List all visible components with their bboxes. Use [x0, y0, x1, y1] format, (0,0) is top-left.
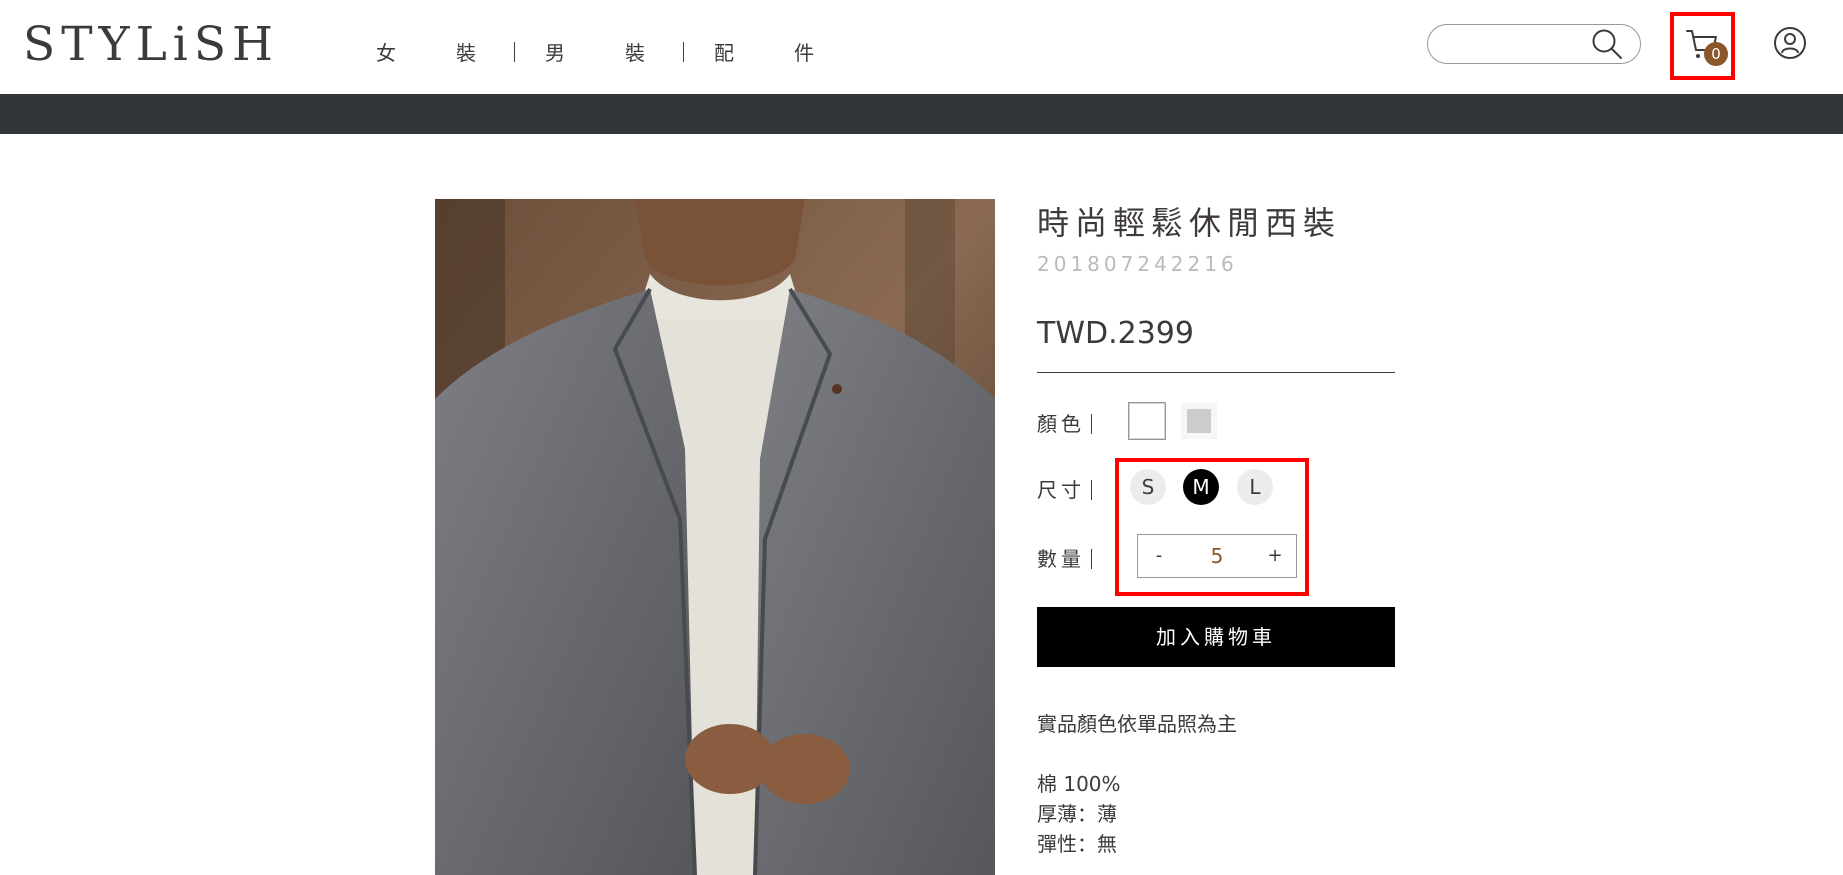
add-to-cart-button[interactable]: 加入購物車 — [1037, 607, 1395, 667]
search-input[interactable] — [1444, 31, 1594, 57]
color-chip — [1129, 403, 1165, 439]
product-id: 201807242216 — [1037, 252, 1238, 276]
product-thickness: 厚薄：薄 — [1037, 802, 1117, 826]
nav-women[interactable]: 女 裝 — [376, 37, 496, 66]
cart-count-badge: 0 — [1704, 42, 1728, 66]
quantity-label: 數量 — [1037, 543, 1092, 572]
product-title: 時尚輕鬆休閒西裝 — [1037, 204, 1342, 242]
color-label: 顏色 — [1037, 408, 1092, 437]
price-divider — [1037, 372, 1395, 373]
quantity-decrease-button[interactable]: - — [1144, 543, 1174, 569]
product-note: 實品顏色依單品照為主 — [1037, 712, 1237, 736]
size-label: 尺寸 — [1037, 474, 1092, 503]
size-option-m[interactable]: M — [1183, 469, 1219, 505]
header-strip — [0, 94, 1843, 134]
nav-men[interactable]: 男 裝 — [545, 37, 665, 66]
quantity-increase-button[interactable]: + — [1260, 543, 1290, 569]
logo[interactable]: STYLiSH — [23, 18, 279, 72]
size-option-s[interactable]: S — [1130, 469, 1166, 505]
product-elasticity: 彈性：無 — [1037, 832, 1117, 856]
member-icon[interactable] — [1773, 26, 1807, 60]
color-swatch-white[interactable] — [1128, 402, 1166, 440]
color-chip — [1181, 403, 1217, 439]
quantity-stepper: - 5 + — [1137, 534, 1297, 578]
product-texture: 棉 100% — [1037, 772, 1121, 796]
size-option-l[interactable]: L — [1237, 469, 1273, 505]
nav-accessories[interactable]: 配 件 — [714, 37, 834, 66]
nav-divider — [514, 41, 515, 62]
product-price: TWD.2399 — [1037, 316, 1194, 351]
nav-divider — [683, 41, 684, 62]
quantity-value[interactable]: 5 — [1188, 543, 1246, 569]
search-icon[interactable] — [1590, 27, 1624, 61]
main-nav: 女 裝 男 裝 配 件 — [376, 37, 834, 66]
product-image — [435, 199, 995, 875]
color-swatch-gray[interactable] — [1180, 402, 1218, 440]
site-header: STYLiSH 女 裝 男 裝 配 件 0 — [0, 0, 1843, 94]
